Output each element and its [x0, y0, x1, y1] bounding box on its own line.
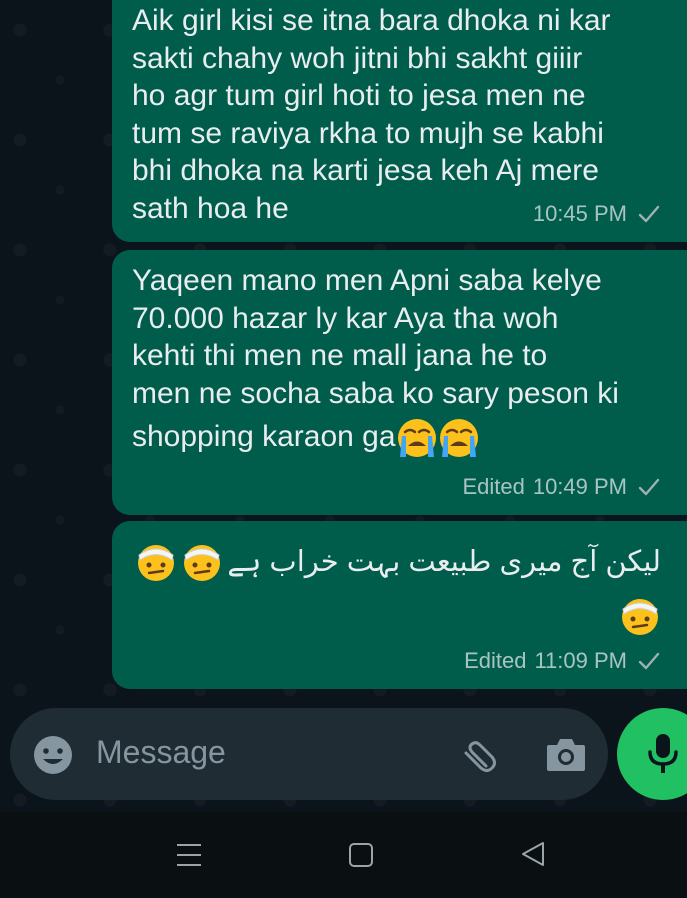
smiley-icon[interactable]	[32, 734, 74, 776]
double-check-icon	[638, 205, 660, 223]
message-text: لیکن آج میری طبیعت بہت خراب ہے	[135, 541, 661, 583]
system-nav-bar	[0, 812, 687, 898]
message-meta: 10:45 PM	[533, 201, 661, 227]
outgoing-message[interactable]: لیکن آج میری طبیعت بہت خراب ہے Edited 11…	[112, 521, 687, 689]
message-emoji-line	[619, 595, 661, 637]
recent-apps-icon[interactable]	[176, 843, 202, 867]
message-text: Yaqeen mano men Apni saba kelye 70.000 h…	[132, 262, 659, 462]
message-text: Aik girl kisi se itna bara dhoka ni kar …	[132, 4, 611, 225]
face-with-head-bandage-emoji	[622, 599, 658, 635]
microphone-icon	[648, 734, 678, 773]
loudly-crying-face-emoji	[397, 419, 436, 458]
outgoing-message[interactable]: Aik girl kisi se itna bara dhoka ni kar …	[112, 0, 687, 242]
face-with-head-bandage-emoji	[184, 545, 221, 581]
message-time: 10:45 PM	[532, 201, 627, 226]
message-composer[interactable]: Message	[10, 708, 608, 800]
camera-icon[interactable]	[545, 735, 587, 773]
message-time: 10:49 PM	[532, 474, 627, 499]
double-check-icon	[638, 652, 660, 670]
urdu-text: لیکن آج میری طبیعت بہت خراب ہے	[227, 546, 661, 578]
face-with-head-bandage-emoji	[138, 545, 175, 581]
loudly-crying-face-emoji	[439, 419, 478, 458]
outgoing-message[interactable]: Yaqeen mano men Apni saba kelye 70.000 h…	[112, 250, 687, 515]
double-check-icon	[638, 478, 660, 496]
edited-label: Edited	[464, 648, 527, 673]
paperclip-icon[interactable]	[456, 734, 500, 778]
back-icon[interactable]	[520, 841, 546, 867]
edited-label: Edited	[462, 474, 525, 499]
message-time: 11:09 PM	[534, 648, 627, 673]
message-meta: Edited 10:49 PM	[462, 474, 661, 500]
message-meta: Edited 11:09 PM	[464, 648, 661, 674]
message-input[interactable]: Message	[96, 734, 226, 771]
home-icon[interactable]	[348, 843, 374, 867]
